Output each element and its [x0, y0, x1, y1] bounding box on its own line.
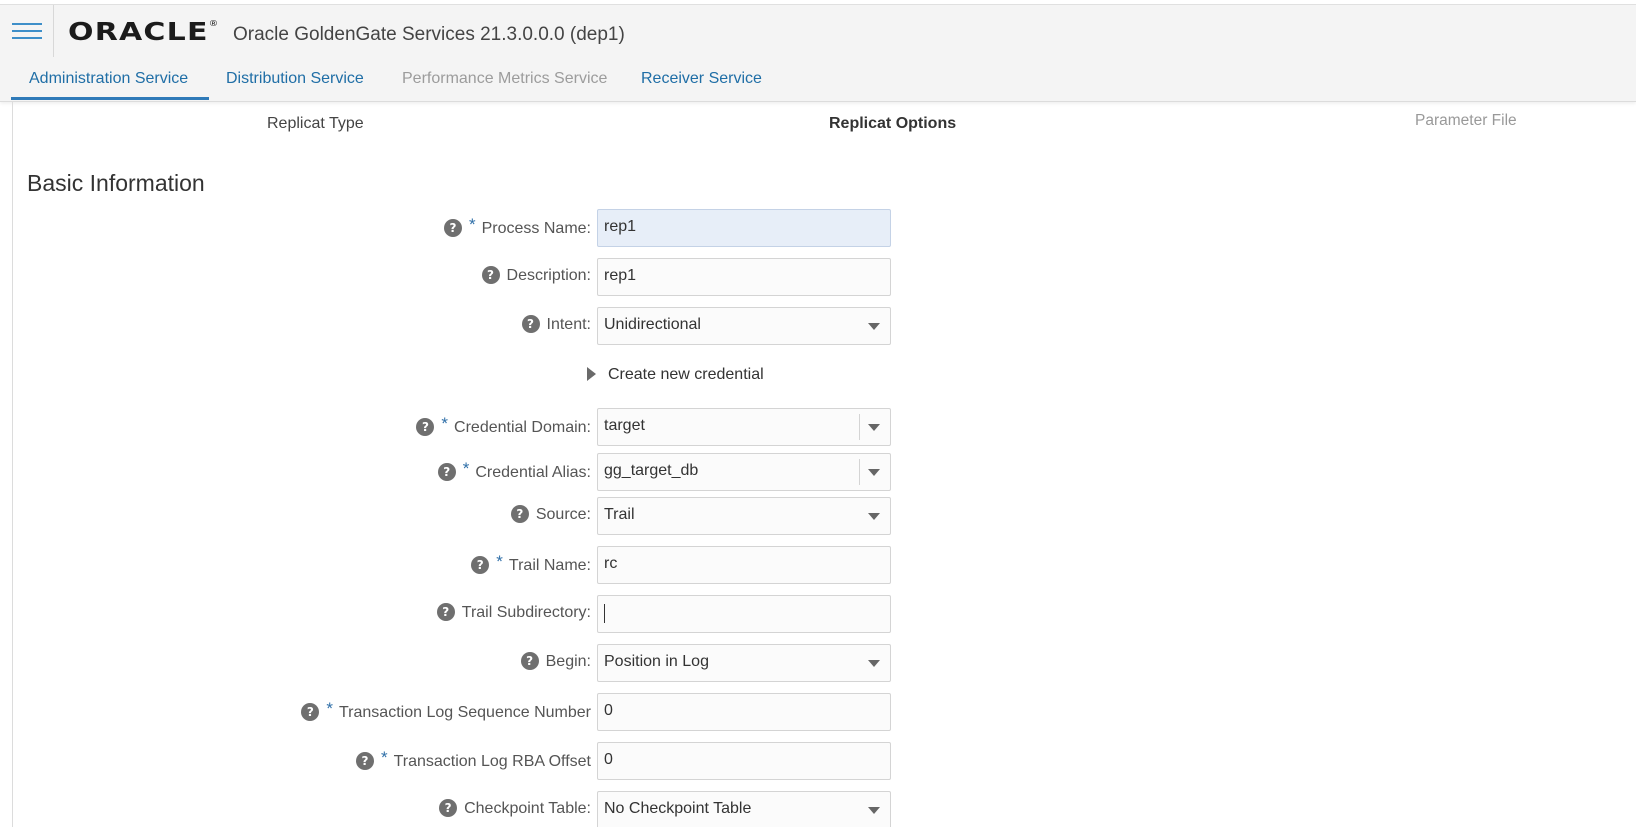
credential-alias-value: gg_target_db: [604, 462, 699, 479]
trail-name-label: Trail Name:: [508, 557, 591, 574]
checkpoint-table-value: No Checkpoint Table: [604, 800, 752, 817]
begin-label: Begin:: [545, 653, 591, 671]
oracle-logo: ORACLE®: [68, 17, 220, 46]
description-input[interactable]: rep1: [597, 258, 891, 296]
active-tab-indicator: [11, 97, 209, 100]
hamburger-menu-icon[interactable]: [0, 5, 54, 57]
service-tab-bar: Administration Service Distribution Serv…: [0, 58, 1636, 102]
tab-distribution-service[interactable]: Distribution Service: [226, 70, 364, 88]
checkpoint-table-select[interactable]: No Checkpoint Table: [597, 791, 891, 827]
wizard-step-replicat-type[interactable]: Replicat Type: [267, 115, 364, 133]
trail-name-row: ? * Trail Name: rc: [0, 545, 900, 585]
chevron-down-icon[interactable]: [868, 469, 880, 476]
credential-alias-combobox[interactable]: gg_target_db: [597, 453, 891, 491]
required-marker: *: [496, 552, 503, 571]
tab-administration-service[interactable]: Administration Service: [29, 70, 188, 88]
description-label: Description:: [506, 267, 591, 285]
required-marker: *: [441, 414, 449, 433]
tab-performance-metrics-service: Performance Metrics Service: [402, 70, 608, 87]
process-name-input[interactable]: rep1: [597, 209, 891, 247]
create-credential-toggle[interactable]: Create new credential: [587, 366, 764, 384]
tab-receiver-service[interactable]: Receiver Service: [641, 70, 762, 88]
intent-value: Unidirectional: [604, 316, 701, 333]
chevron-down-icon[interactable]: [868, 424, 880, 431]
intent-select[interactable]: Unidirectional: [597, 307, 891, 345]
credential-domain-row: ? * Credential Domain: target: [0, 407, 900, 447]
rba-offset-label: Transaction Log RBA Offset: [393, 753, 591, 770]
credential-alias-row: ? * Credential Alias: gg_target_db: [0, 452, 900, 492]
checkpoint-table-row: ? Checkpoint Table: No Checkpoint Table: [0, 790, 900, 827]
top-bar: ORACLE® Oracle GoldenGate Services 21.3.…: [0, 4, 1636, 58]
app-title: Oracle GoldenGate Services 21.3.0.0.0 (d…: [233, 24, 625, 45]
intent-label: Intent:: [546, 316, 591, 334]
create-credential-label: Create new credential: [608, 366, 764, 383]
chevron-down-icon: [868, 660, 880, 667]
section-title: Basic Information: [27, 170, 205, 196]
process-name-label: Process Name:: [481, 220, 591, 237]
chevron-down-icon: [868, 513, 880, 520]
help-icon[interactable]: ?: [444, 218, 462, 237]
trail-subdirectory-label: Trail Subdirectory:: [461, 604, 591, 622]
wizard-step-parameter-file: Parameter File: [1415, 112, 1517, 129]
credential-domain-label: Credential Domain:: [454, 419, 591, 436]
help-icon[interactable]: ?: [510, 505, 529, 523]
source-label: Source:: [535, 506, 591, 524]
process-name-row: ? * Process Name: rep1: [0, 208, 900, 248]
help-icon[interactable]: ?: [301, 702, 320, 721]
chevron-down-icon: [868, 323, 880, 330]
required-marker: *: [469, 215, 476, 234]
help-icon[interactable]: ?: [520, 652, 539, 670]
trail-subdirectory-input[interactable]: [597, 595, 891, 633]
help-icon[interactable]: ?: [416, 417, 435, 436]
text-cursor: [604, 604, 605, 623]
disclosure-triangle-icon: [587, 366, 596, 381]
source-row: ? Source: Trail: [0, 496, 900, 536]
credential-alias-label: Credential Alias:: [475, 464, 591, 481]
description-row: ? Description: rep1: [0, 257, 900, 297]
log-sequence-label: Transaction Log Sequence Number: [339, 704, 591, 721]
credential-domain-value: target: [604, 417, 645, 434]
help-icon[interactable]: ?: [481, 266, 500, 284]
begin-select[interactable]: Position in Log: [597, 644, 891, 682]
source-select[interactable]: Trail: [597, 497, 891, 535]
help-icon[interactable]: ?: [439, 799, 458, 817]
credential-domain-combobox[interactable]: target: [597, 408, 891, 446]
help-icon[interactable]: ?: [521, 315, 540, 333]
required-marker: *: [380, 748, 388, 767]
begin-row: ? Begin: Position in Log: [0, 643, 900, 683]
log-sequence-input[interactable]: 0: [597, 693, 891, 731]
rba-offset-input[interactable]: 0: [597, 742, 891, 780]
required-marker: *: [326, 699, 333, 718]
checkpoint-table-label: Checkpoint Table:: [464, 800, 591, 818]
help-icon[interactable]: ?: [355, 751, 374, 770]
help-icon[interactable]: ?: [437, 462, 456, 481]
source-value: Trail: [604, 506, 635, 523]
help-icon[interactable]: ?: [436, 603, 455, 621]
wizard-step-replicat-options: Replicat Options: [829, 115, 957, 132]
help-icon[interactable]: ?: [471, 555, 490, 574]
chevron-down-icon: [868, 807, 880, 814]
log-sequence-row: ? * Transaction Log Sequence Number 0: [0, 692, 900, 732]
rba-offset-row: ? * Transaction Log RBA Offset 0: [0, 741, 900, 781]
required-marker: *: [462, 459, 470, 478]
intent-row: ? Intent: Unidirectional: [0, 306, 900, 346]
trail-name-input[interactable]: rc: [597, 546, 891, 584]
begin-value: Position in Log: [604, 653, 709, 670]
trail-subdirectory-row: ? Trail Subdirectory:: [0, 594, 900, 634]
